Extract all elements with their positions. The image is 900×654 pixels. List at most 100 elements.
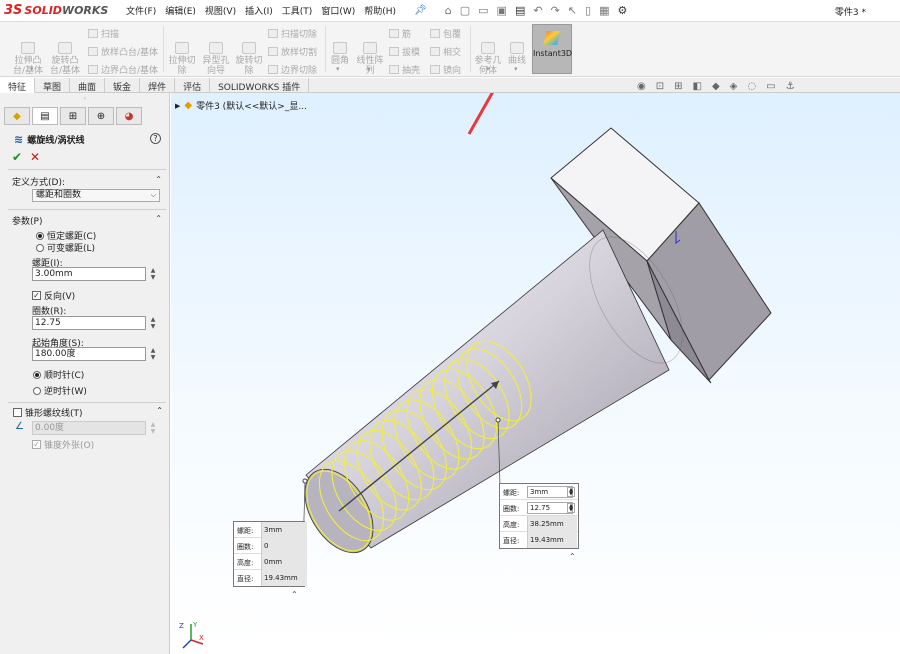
file-properties-icon[interactable]: ▦ (599, 4, 609, 17)
view-orientation-icon[interactable]: ◉ (637, 81, 646, 92)
tab-features[interactable]: 特征 (0, 78, 36, 93)
callout-spinner[interactable]: ▲ ▼ (567, 487, 575, 497)
appearance-icon[interactable]: ◌ (747, 81, 756, 92)
tab-evaluate[interactable]: 评估 (175, 78, 211, 93)
cancel-x-icon[interactable]: ✕ (30, 150, 40, 164)
boss-revolve-button[interactable]: 旋转凸 台/基体 (48, 42, 82, 76)
cut-sweep-button[interactable]: 扫描切除 (268, 27, 317, 40)
rib-button[interactable]: 筋 (389, 27, 411, 40)
parameters-section-header[interactable]: 参数(P) ⌃ (12, 214, 162, 227)
zoom-area-icon[interactable]: ⊞ (674, 81, 682, 92)
menu-help[interactable]: 帮助(H) (364, 4, 396, 17)
monitor-icon[interactable]: ▭ (766, 81, 775, 92)
callout-collapse-icon[interactable]: ⌃ (569, 552, 576, 561)
menu-view[interactable]: 视图(V) (205, 4, 236, 17)
open-folder-icon[interactable]: ▭ (478, 4, 488, 17)
clockwise-radio[interactable]: 顺时针(C) (33, 368, 84, 381)
mirror-button[interactable]: 镜向 (430, 63, 461, 76)
graphics-area[interactable]: ◉ ⊡ ⊞ ◧ ◆ ◈ ◌ ▭ ⚓ ▶ ◆ 零件3 (默认<<默认>_显... (171, 81, 900, 654)
chevron-up-icon[interactable]: ⌃ (155, 214, 162, 223)
tab-addins[interactable]: SOLIDWORKS 插件 (210, 78, 310, 93)
menu-insert[interactable]: 插入(I) (245, 4, 273, 17)
taper-angle-input[interactable]: 0.00度 (32, 421, 146, 435)
undo-icon[interactable]: ↶ (533, 4, 542, 17)
display-style-icon[interactable]: ◆ (712, 81, 720, 92)
intersect-button[interactable]: 相交 (430, 45, 461, 58)
menu-window[interactable]: 窗口(W) (321, 4, 355, 17)
boundary-boss-button[interactable]: 边界凸台/基体 (88, 63, 158, 76)
loft-button[interactable]: 放样凸台/基体 (88, 45, 158, 58)
tab-surfaces[interactable]: 曲面 (70, 78, 106, 93)
display-manager-tab-icon[interactable]: ◕ (116, 107, 142, 125)
ok-check-icon[interactable]: ✔ (12, 150, 22, 164)
counterclockwise-radio[interactable]: 逆时针(W) (33, 384, 87, 397)
radio-icon (33, 386, 41, 395)
home-icon[interactable]: ⌂ (445, 4, 452, 17)
reference-geometry-dropdown-icon[interactable]: ▾ (486, 65, 490, 73)
revolutions-input[interactable]: 12.75 (32, 316, 146, 330)
chevron-up-icon[interactable]: ⌃ (156, 406, 163, 415)
dimxpert-tab-icon[interactable]: ⊕ (88, 107, 114, 125)
taper-outward-label: 锥度外张(O) (44, 441, 95, 451)
start-angle-input[interactable]: 180.00度 (32, 347, 146, 361)
pitch-spinner[interactable]: ▲ ▼ (148, 267, 158, 281)
curves-dropdown-icon[interactable]: ▾ (514, 65, 518, 73)
pin-icon[interactable]: 📌︎ (414, 5, 427, 16)
boss-extrude-button[interactable]: 拉伸凸 台/基体 (12, 42, 44, 76)
revolutions-spinner[interactable]: ▲ ▼ (148, 316, 158, 330)
rebuild-icon[interactable]: ▯ (585, 4, 591, 17)
view-settings-icon[interactable]: ⚓ (786, 81, 795, 92)
new-document-icon[interactable]: ▢ (460, 4, 470, 17)
zoom-to-fit-icon[interactable]: ⊡ (656, 81, 664, 92)
cut-boundary-button[interactable]: 边界切除 (268, 63, 317, 76)
pattern-dropdown-icon[interactable]: ▾ (367, 65, 371, 73)
cut-extrude-button[interactable]: 拉伸切 除 (166, 42, 198, 76)
reverse-checkbox[interactable]: ✓ 反向(V) (32, 289, 75, 302)
variable-pitch-radio[interactable]: 可变螺距(L) (36, 241, 95, 254)
callout-value: 0mm (261, 554, 307, 570)
definition-section-header[interactable]: 定义方式(D): ⌃ (12, 175, 162, 188)
cut-loft-button[interactable]: 放样切割 (268, 45, 317, 58)
print-icon[interactable]: ▤ (515, 4, 525, 17)
curves-button[interactable]: 曲线 (505, 42, 529, 66)
tab-sketch[interactable]: 草图 (35, 78, 71, 93)
feature-manager-tab-icon[interactable]: ◆ (4, 107, 30, 125)
boss-dropdown-icon[interactable]: ▾ (30, 65, 34, 73)
panel-grip-icon[interactable]: ◦ (0, 93, 170, 105)
shell-button[interactable]: 抽壳 (389, 63, 420, 76)
taper-outward-checkbox[interactable]: ✓ 锥度外张(O) (32, 438, 94, 451)
select-cursor-icon[interactable]: ↖ (568, 4, 577, 17)
tapered-helix-checkbox[interactable]: 锥形螺纹线(T) ⌃ (13, 406, 163, 419)
section-divider (8, 209, 166, 210)
save-icon[interactable]: ▣ (497, 4, 507, 17)
callout-spinner[interactable]: ▲ ▼ (567, 503, 575, 513)
menu-file[interactable]: 文件(F) (126, 4, 156, 17)
taper-angle-spinner[interactable]: ▲ ▼ (148, 421, 158, 435)
solidworks-logo[interactable]: 3S SOLID WORKS (0, 3, 112, 18)
wrap-button[interactable]: 包覆 (430, 27, 461, 40)
tab-weldments[interactable]: 焊件 (140, 78, 176, 93)
cut-revolve-button[interactable]: 旋转切 除 (233, 42, 265, 76)
property-manager-tab-icon[interactable]: ▤ (32, 107, 58, 125)
hole-wizard-button[interactable]: 异型孔 向导 (200, 42, 232, 76)
pitch-input[interactable]: 3.00mm (32, 267, 146, 281)
sweep-button[interactable]: 扫描 (88, 27, 119, 40)
callout-collapse-icon[interactable]: ⌃ (291, 590, 298, 599)
tab-sheet-metal[interactable]: 钣金 (105, 78, 141, 93)
chevron-up-icon[interactable]: ⌃ (155, 175, 162, 184)
options-gear-icon[interactable]: ⚙ (617, 4, 627, 17)
menu-tools[interactable]: 工具(T) (282, 4, 313, 17)
configuration-manager-tab-icon[interactable]: ⊞ (60, 107, 86, 125)
fillet-button[interactable]: 圆角 (328, 42, 352, 66)
start-angle-spinner[interactable]: ▲ ▼ (148, 347, 158, 361)
menu-edit[interactable]: 编辑(E) (165, 4, 196, 17)
draft-button[interactable]: 拔模 (389, 45, 420, 58)
hide-show-icon[interactable]: ◈ (730, 81, 738, 92)
section-view-icon[interactable]: ◧ (693, 81, 702, 92)
instant3d-button[interactable]: Instant3D (532, 24, 572, 74)
fillet-dropdown-icon[interactable]: ▾ (336, 65, 340, 73)
definition-select[interactable]: 螺距和圈数 ⌵ (32, 189, 160, 202)
cut-loft-label: 放样切割 (281, 48, 318, 58)
help-icon[interactable]: ? (150, 133, 161, 144)
redo-icon[interactable]: ↷ (551, 4, 560, 17)
